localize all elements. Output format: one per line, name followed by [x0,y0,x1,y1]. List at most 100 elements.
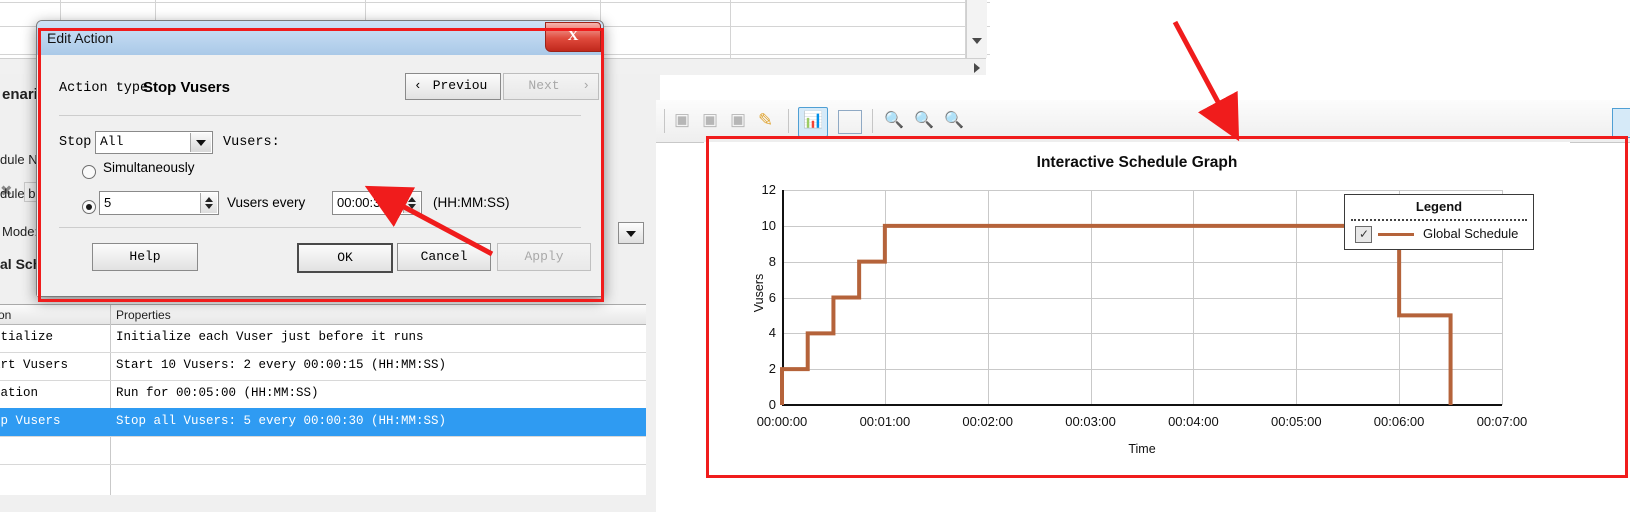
grid-vertical-scrollbar[interactable] [966,0,987,58]
close-button[interactable]: X [545,22,601,52]
radio-selected-dot [85,203,92,210]
legend-series-label: Global Schedule [1423,226,1519,241]
radio-simultaneously-label: Simultaneously [103,160,195,175]
x-tick-label: 00:01:00 [859,414,911,429]
legend-divider [1351,219,1527,221]
stepper-up-icon[interactable] [408,197,416,202]
stop-label: Stop [59,135,92,150]
vusers-label: Vusers: [223,135,280,150]
cancel-button-label: Cancel [420,249,468,264]
apply-button: Apply [497,243,591,271]
column-header-action: Action [0,308,12,322]
chevron-down-icon [196,140,206,146]
dialog-title-bar[interactable]: Edit Action X [37,21,603,56]
row-action: Start Vusers [0,358,69,372]
help-button[interactable]: Help [92,243,198,271]
legend-title: Legend [1415,199,1463,214]
row-action: Duration [0,386,39,400]
x-tick-label: 00:05:00 [1270,414,1322,429]
row-properties: Run for 00:05:00 (HH:MM:SS) [116,386,319,400]
table-row[interactable]: Initialize Initialize each Vuser just be… [0,324,646,353]
mode-label: Mode: [2,224,39,239]
ok-button[interactable]: OK [297,243,393,273]
action-type-label: Action type [59,81,149,96]
fit-to-window-icon[interactable] [838,110,862,134]
cancel-button[interactable]: Cancel [397,243,491,271]
zoom-reset-icon[interactable]: 🔍 [944,110,966,132]
time-format-hint: (HH:MM:SS) [433,195,510,210]
row-action: Initialize [0,330,54,344]
chevron-right-icon: › [582,78,590,93]
action-type-value: Stop Vusers [143,79,230,96]
chart-toolbar: ▣ ▣ ▣ ✎ 📊 🔍 🔍 🔍 [656,100,1630,143]
chevron-down-icon [626,231,636,237]
stepper-down-icon[interactable] [408,204,416,209]
chart-title: Interactive Schedule Graph [1036,154,1238,171]
interval-input[interactable]: 00:00:30 [332,191,422,215]
row-properties: Start 10 Vusers: 2 every 00:00:15 (HH:MM… [116,358,447,372]
remove-group-icon: ▣ [702,110,719,129]
edit-action-dialog: Edit Action X Action type Stop Vusers ‹ … [36,20,604,297]
edit-pencil-icon[interactable]: ✎ [758,110,780,132]
schedule-name-label: dule N [0,152,38,167]
interactive-schedule-graph-pane: ▣ ▣ ▣ ✎ 📊 🔍 🔍 🔍 Interactive Schedule Gra… [656,100,1630,512]
scroll-down-arrow-icon[interactable] [972,38,982,44]
y-tick-label: 10 [761,217,776,233]
divider [59,227,581,228]
table-row[interactable]: Stop Vusers Stop all Vusers: 5 every 00:… [0,408,646,437]
chart-canvas: Interactive Schedule Graph 12 10 8 6 4 2… [704,142,1570,512]
next-button: Next › [503,73,599,100]
table-header-row: Action Properties [0,305,646,325]
vusers-count-input[interactable]: 5 [99,191,219,215]
legend-series-checkbox[interactable]: ✓ [1355,226,1372,243]
zoom-out-icon[interactable]: 🔍 [914,110,936,132]
chart-legend: Legend ✓ Global Schedule [1344,194,1534,250]
legend-color-swatch [1378,233,1414,236]
scroll-right-arrow-icon[interactable] [974,63,980,73]
x-tick-label: 00:00:00 [756,414,808,429]
column-header-properties: Properties [116,308,171,322]
vusers-every-label: Vusers every [227,195,306,210]
dropdown-button[interactable] [190,133,211,152]
previous-button-label: Previou [432,78,488,93]
stop-scope-dropdown[interactable]: All [95,131,213,154]
table-row[interactable]: Start Vusers Start 10 Vusers: 2 every 00… [0,352,646,381]
add-group-icon: ▣ [674,110,691,129]
stop-scope-value: All [100,134,124,149]
dialog-body: Action type Stop Vusers ‹ Previou Next ›… [37,55,603,296]
y-axis-label: Vusers [752,273,766,313]
vusers-count-stepper[interactable] [200,193,217,213]
table-row-empty[interactable] [0,436,646,465]
delete-group-icon: ▣ [730,110,747,129]
x-tick-label: 00:06:00 [1373,414,1425,429]
help-button-label: Help [129,249,161,264]
dialog-title: Edit Action [47,30,114,46]
row-action: Stop Vusers [0,414,61,428]
x-tick-label: 00:03:00 [1065,414,1116,429]
row-properties: Stop all Vusers: 5 every 00:00:30 (HH:MM… [116,414,447,428]
apply-button-label: Apply [524,249,564,264]
radio-simultaneously[interactable] [82,165,96,179]
radio-gradual[interactable] [82,200,96,214]
x-tick-label: 00:02:00 [962,414,1013,429]
next-button-label: Next [528,78,560,93]
x-tick-label: 00:07:00 [1476,414,1528,429]
vusers-count-value: 5 [104,195,112,210]
schedule-by-dropdown[interactable] [618,222,644,244]
chart-view-glyph-icon: 📊 [803,112,823,129]
close-icon: X [567,28,579,44]
stepper-up-icon[interactable] [205,197,213,202]
interval-value: 00:00:30 [337,195,388,210]
row-properties: Initialize each Vuser just before it run… [116,330,424,344]
previous-button[interactable]: ‹ Previou [405,73,501,100]
disable-schedule-icon[interactable] [1612,108,1630,138]
table-row[interactable]: Duration Run for 00:05:00 (HH:MM:SS) [0,380,646,409]
action-table: Action Properties Initialize Initialize … [0,304,646,495]
interval-stepper[interactable] [403,193,420,213]
divider [59,115,581,116]
zoom-in-icon[interactable]: 🔍 [884,110,906,132]
stepper-down-icon[interactable] [205,204,213,209]
y-tick-label: 0 [768,397,776,412]
checkmark-icon: ✓ [1359,227,1370,241]
scenario-heading: enari [2,86,38,103]
